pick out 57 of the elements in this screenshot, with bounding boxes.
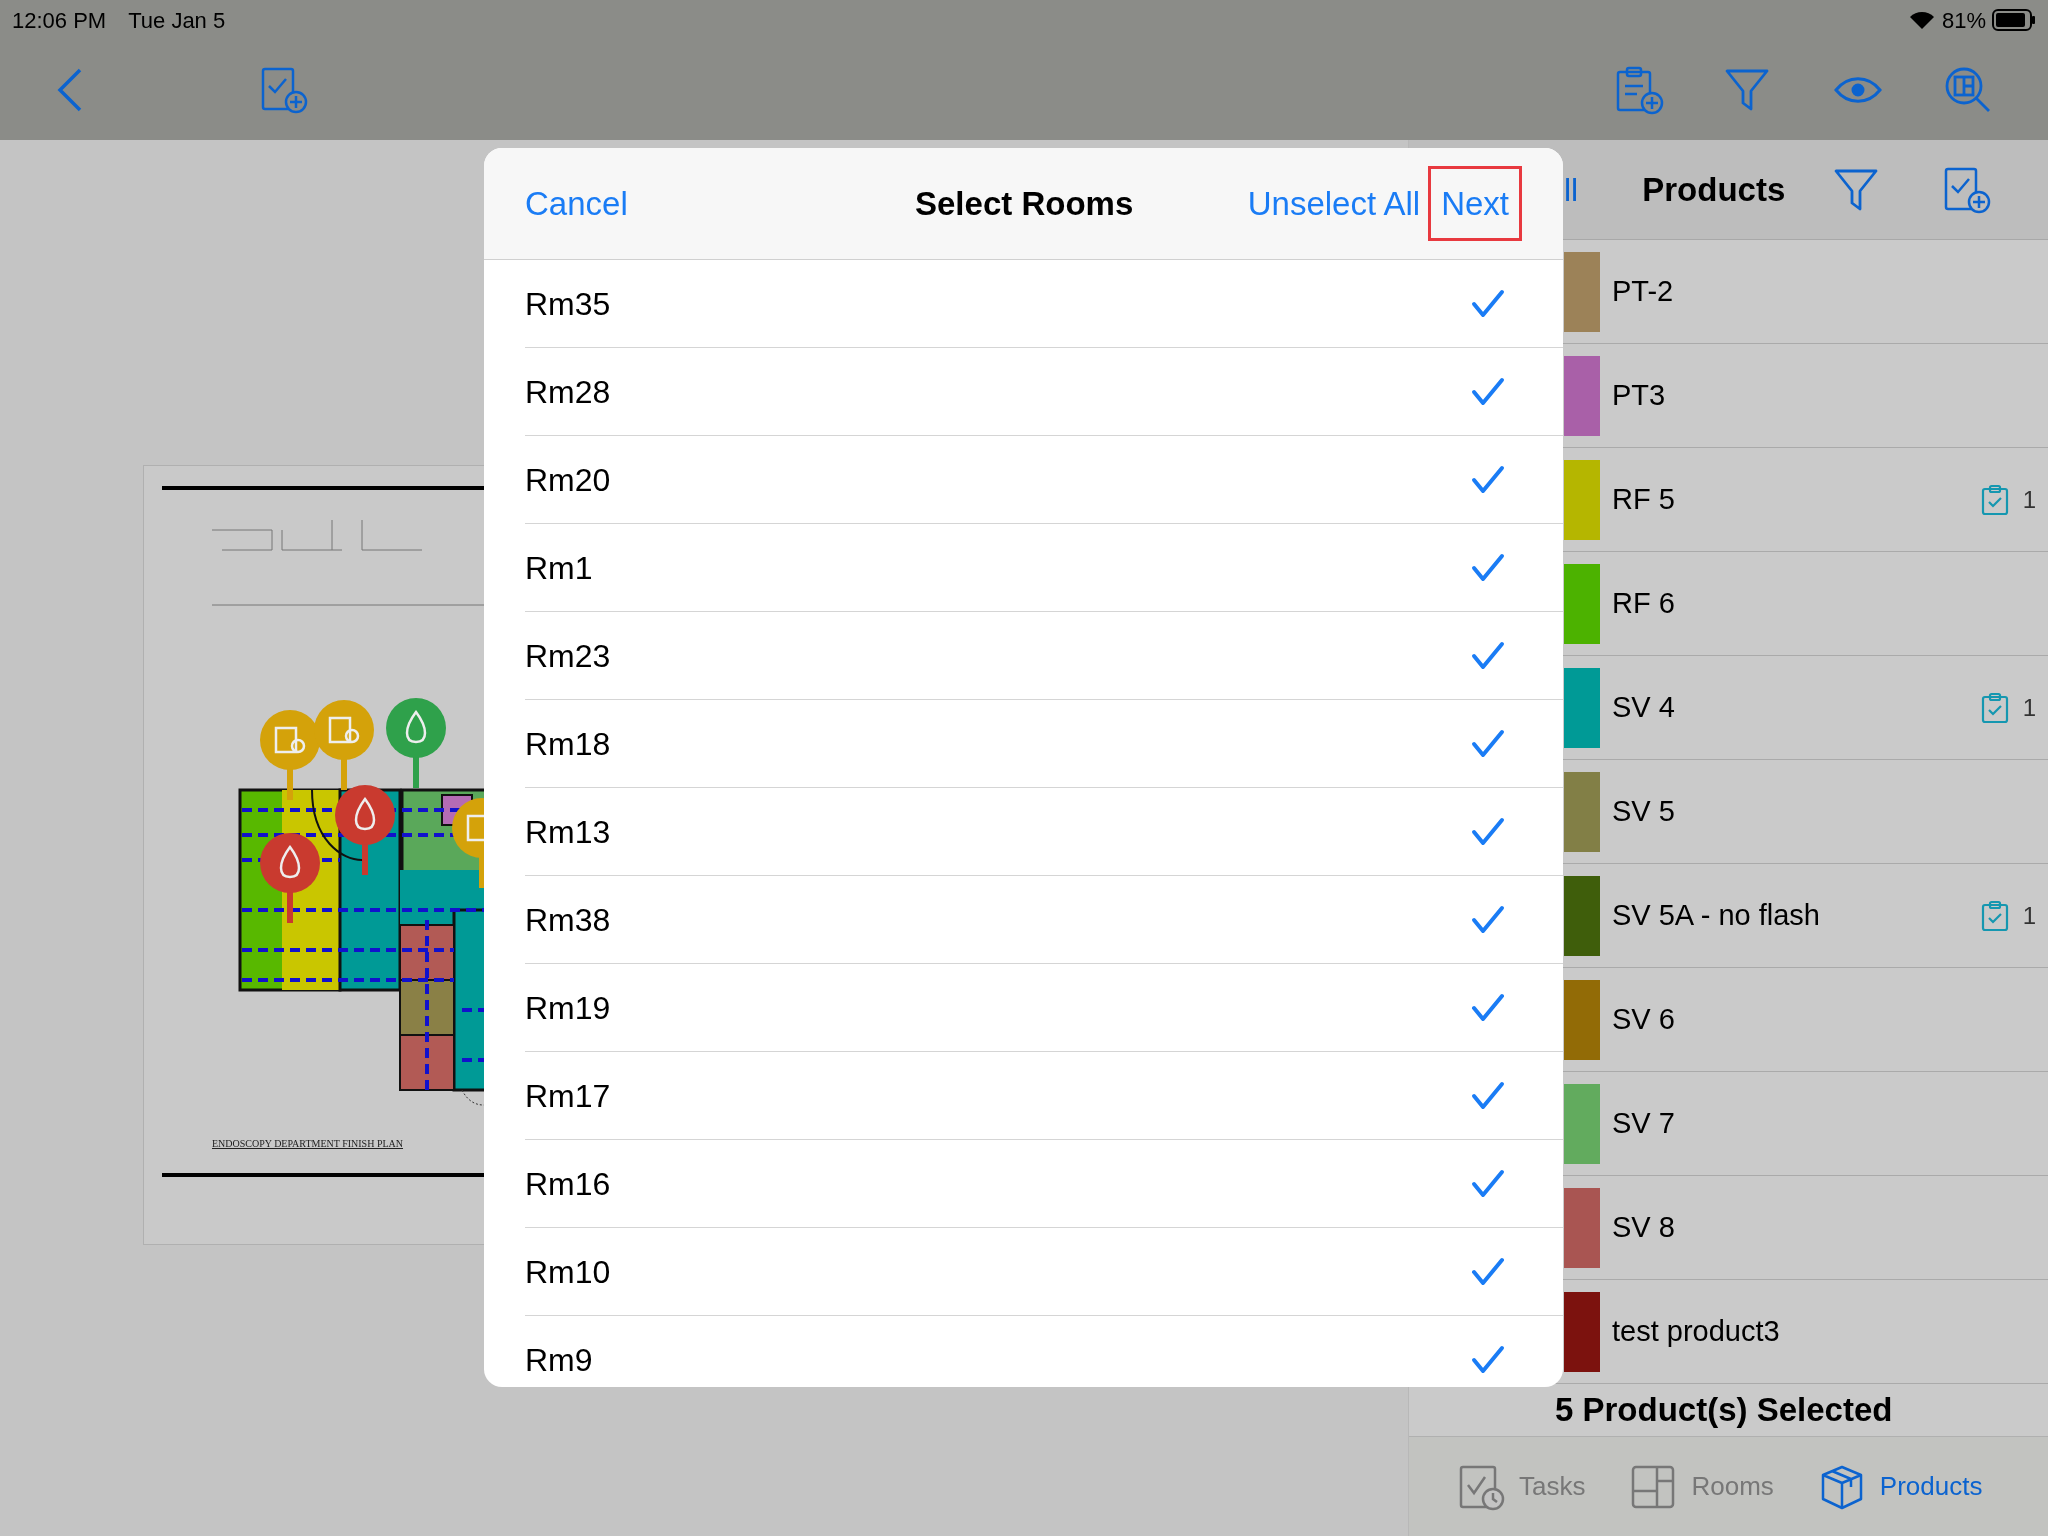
room-row[interactable]: Rm13 xyxy=(525,788,1563,876)
room-name: Rm9 xyxy=(525,1340,594,1380)
room-row[interactable]: Rm20 xyxy=(525,436,1563,524)
room-row[interactable]: Rm17 xyxy=(525,1052,1563,1140)
product-name: PT-2 xyxy=(1612,273,1674,309)
task-count: 1 xyxy=(2022,692,2036,723)
back-icon[interactable] xyxy=(56,66,84,114)
filter-icon[interactable] xyxy=(1724,67,1770,113)
product-name: test product3 xyxy=(1612,1313,1780,1349)
selection-summary: 5 Product(s) Selected xyxy=(1555,1390,1893,1431)
room-name: Rm20 xyxy=(525,460,612,500)
product-name: SV 5A - no flash xyxy=(1612,897,1820,933)
product-name: SV 6 xyxy=(1612,1001,1675,1037)
battery-percent: 81% xyxy=(1941,6,1986,35)
room-name: Rm1 xyxy=(525,548,594,588)
modal-title: Select Rooms xyxy=(915,183,1134,224)
add-task-icon[interactable] xyxy=(1943,165,1992,214)
room-row[interactable]: Rm16 xyxy=(525,1140,1563,1228)
room-name: Rm19 xyxy=(525,988,612,1028)
room-row[interactable]: Rm19 xyxy=(525,964,1563,1052)
room-name: Rm35 xyxy=(525,284,612,324)
room-name: Rm38 xyxy=(525,900,612,940)
add-task-icon[interactable] xyxy=(260,66,308,114)
unselect-all-button[interactable]: Unselect All xyxy=(1247,178,1421,229)
product-name: SV 8 xyxy=(1612,1209,1675,1245)
room-row[interactable]: Rm35 xyxy=(525,260,1563,348)
cancel-button[interactable]: Cancel xyxy=(525,178,628,229)
room-row[interactable]: Rm1 xyxy=(525,524,1563,612)
room-row[interactable]: Rm23 xyxy=(525,612,1563,700)
plan-title: ENDOSCOPY DEPARTMENT FINISH PLAN xyxy=(212,1137,404,1151)
product-name: SV 4 xyxy=(1612,689,1675,725)
task-count: 1 xyxy=(2022,484,2036,515)
zoom-icon[interactable] xyxy=(1944,66,1992,114)
clipboard-add-icon[interactable] xyxy=(1614,65,1664,115)
product-name: RF 5 xyxy=(1612,481,1675,517)
task-count: 1 xyxy=(2022,900,2036,931)
battery-icon xyxy=(1992,9,2036,31)
next-button[interactable]: Next xyxy=(1428,165,1522,242)
room-name: Rm13 xyxy=(525,812,612,852)
status-time: 12:06 PM xyxy=(12,6,107,35)
room-name: Rm17 xyxy=(525,1076,612,1116)
status-date: Tue Jan 5 xyxy=(128,6,226,35)
product-name: SV 7 xyxy=(1612,1105,1675,1141)
room-row[interactable]: Rm28 xyxy=(525,348,1563,436)
room-name: Rm10 xyxy=(525,1252,612,1292)
product-name: PT3 xyxy=(1612,377,1666,413)
eye-icon[interactable] xyxy=(1834,75,1882,105)
room-row[interactable]: Rm18 xyxy=(525,700,1563,788)
room-row[interactable]: Rm10 xyxy=(525,1228,1563,1316)
room-name: Rm16 xyxy=(525,1164,612,1204)
room-name: Rm28 xyxy=(525,372,612,412)
room-row[interactable]: Rm38 xyxy=(525,876,1563,964)
panel-title: Products xyxy=(1642,169,1786,210)
room-name: Rm23 xyxy=(525,636,612,676)
room-name: Rm18 xyxy=(525,724,612,764)
product-name: SV 5 xyxy=(1612,793,1675,829)
product-name: RF 6 xyxy=(1612,585,1675,621)
